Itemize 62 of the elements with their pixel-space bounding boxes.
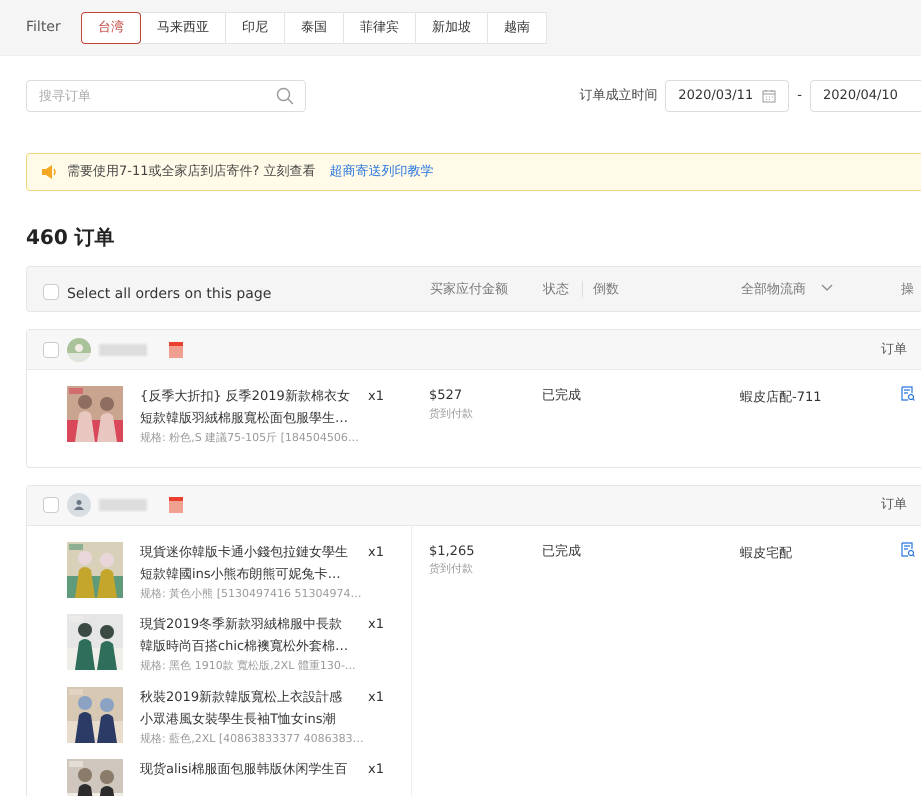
tutorial-link[interactable]: 超商寄送列印教学 [330,162,434,182]
country-tab[interactable]: 菲律宾 [343,12,416,44]
product-title: 现货alisi棉服面包服韩版休闲学生百 [140,761,348,779]
product-title: 短款韓版羽絨棉服寬松面包服學生… [140,410,348,428]
order-amount: $527 [429,387,464,405]
product-spec: 规格: 粉色,S 建議75-105斤 [184504506… [140,430,360,446]
payment-method: 货到付款 [429,406,473,422]
order-status: 已完成 [542,387,581,405]
calendar-icon [762,89,776,103]
order-amount: $1,265 [429,542,474,560]
product-title: {反季大折扣} 反季2019新款棉衣女 [140,388,350,406]
column-header: 买家应付金额 [430,281,508,299]
country-tab[interactable]: 印尼 [225,12,285,44]
product-title: 秋裝2019新款韓版寬松上衣設計感 [140,688,342,706]
chat-icon [169,497,183,513]
order-number-label: 订单 [881,340,908,359]
column-header: 状态 [543,281,569,299]
search-icon [276,87,294,105]
product-title: 短款韓國ins小熊布朗熊可妮兔卡… [140,566,341,584]
logistics-provider: 蝦皮店配-711 [740,389,822,407]
date-separator: - [797,87,802,106]
product-spec: 规格: 黑色 1910款 寬松版,2XL 體重130-… [140,658,357,674]
checkbox[interactable] [43,284,59,300]
checkbox[interactable] [43,497,59,513]
end-date-field[interactable]: 2020/04/10 [810,80,921,112]
search-field[interactable]: 搜寻订单 [26,80,306,112]
blurred-username [99,499,147,511]
product-title: 小眾港風女裝學生長袖T恤女ins潮 [140,710,336,728]
order-count: 460 订单 [26,224,116,251]
product-title: 現貨迷你韓版卡通小錢包拉鏈女學生 [140,544,348,562]
quantity: x1 [368,544,384,562]
view-details-icon[interactable] [901,386,915,401]
notice-text: 需要使用7-11或全家店到店寄件? 立刻查看 [67,163,316,182]
user-avatar-icon [67,493,91,517]
blurred-username [99,344,147,356]
select-all-label: Select all orders on this page [67,285,272,304]
date-label: 订单成立时间 [579,87,658,106]
column-header: 倒数 [593,281,619,299]
chat-icon [169,342,183,358]
quantity: x1 [368,761,384,779]
country-tab[interactable]: 泰国 [284,12,344,44]
product-title: 現貨2019冬季新款羽絨棉服中長款 [140,616,342,634]
checkbox[interactable] [43,342,59,358]
column-header: 操 [901,281,914,299]
logistics-provider: 蝦皮宅配 [740,544,792,562]
column-header[interactable]: 全部物流商 [741,280,806,300]
country-tab[interactable]: 越南 [487,12,547,44]
quantity: x1 [368,616,384,634]
quantity: x1 [368,388,384,406]
country-tab[interactable]: 马来西亚 [140,12,226,44]
product-spec: 规格: 黃色小熊 [5130497416 51304974… [140,586,362,602]
order-status: 已完成 [542,542,581,560]
payment-method: 货到付款 [429,561,474,577]
country-tab[interactable]: 台湾 [81,12,141,44]
quantity: x1 [368,688,384,706]
start-date-field[interactable]: 2020/03/11 [665,80,790,112]
country-tab[interactable]: 新加坡 [415,12,488,44]
filter-label: Filter [26,18,62,37]
view-details-icon[interactable] [901,542,915,556]
product-title: 韓版時尚百搭chic棉襖寬松外套棉… [140,638,348,656]
order-number-label: 订单 [881,496,908,514]
product-spec: 规格: 藍色,2XL [40863833377 4086383… [140,730,365,746]
